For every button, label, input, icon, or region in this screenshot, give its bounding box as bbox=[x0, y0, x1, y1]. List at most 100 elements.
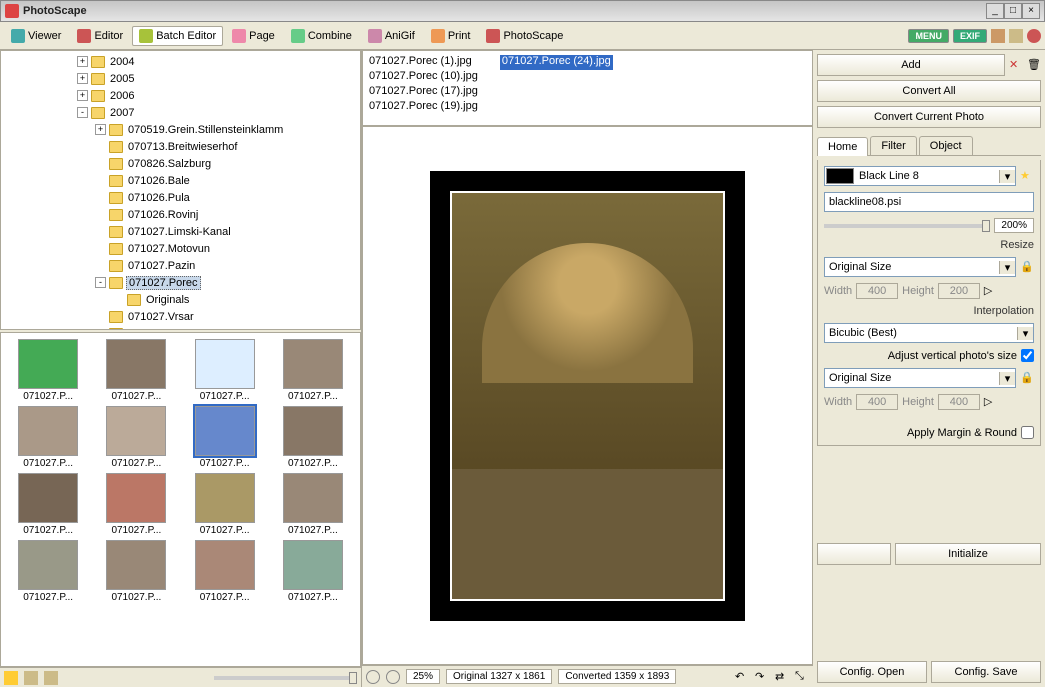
zoom-actual-icon[interactable] bbox=[386, 670, 400, 684]
adjust-mode-combo[interactable]: Original Size ▾ bbox=[824, 368, 1016, 388]
tab-print[interactable]: Print bbox=[424, 26, 478, 46]
add-button[interactable]: Add bbox=[817, 54, 1005, 76]
help-icon[interactable] bbox=[1027, 29, 1041, 43]
thumbnail[interactable]: 071027.P... bbox=[5, 404, 91, 469]
lock-icon[interactable]: 🔒 bbox=[1020, 371, 1034, 385]
zoom-fit-icon[interactable] bbox=[366, 670, 380, 684]
file-item[interactable]: 071027.Porec (17).jpg bbox=[367, 85, 480, 100]
tree-node[interactable]: 071027.Motovun bbox=[1, 240, 360, 257]
chevron-down-icon[interactable]: ▾ bbox=[999, 170, 1015, 183]
clipboard-icon[interactable] bbox=[991, 29, 1005, 43]
play-icon[interactable]: ▷ bbox=[984, 395, 998, 409]
tab-viewer[interactable]: Viewer bbox=[4, 26, 68, 46]
file-item[interactable]: 071027.Porec (24).jpg bbox=[500, 55, 613, 70]
thumbnail[interactable]: 071027.P... bbox=[93, 337, 179, 402]
thumbnail[interactable]: 071027.P... bbox=[182, 337, 268, 402]
redo-icon[interactable]: ↷ bbox=[755, 670, 769, 684]
tree-node[interactable]: 071027.Pazin bbox=[1, 257, 360, 274]
resize-mode-combo[interactable]: Original Size ▾ bbox=[824, 257, 1016, 277]
tab-combine[interactable]: Combine bbox=[284, 26, 359, 46]
thumbnail[interactable]: 071027.P... bbox=[93, 538, 179, 603]
tree-node[interactable]: 070713.Breitwieserhof bbox=[1, 138, 360, 155]
arrows-icon[interactable]: ⤡ bbox=[795, 670, 809, 684]
thumbnail[interactable]: 071027.P... bbox=[270, 337, 356, 402]
exif-badge[interactable]: EXIF bbox=[953, 29, 987, 43]
expand-icon[interactable]: + bbox=[77, 73, 88, 84]
expand-icon[interactable]: + bbox=[77, 90, 88, 101]
tab-object[interactable]: Object bbox=[919, 136, 973, 155]
tab-batch-editor[interactable]: Batch Editor bbox=[132, 26, 223, 46]
expand-icon[interactable]: + bbox=[77, 56, 88, 67]
thumbnails-panel[interactable]: 071027.P...071027.P...071027.P...071027.… bbox=[0, 332, 361, 667]
open-folder-icon[interactable] bbox=[24, 671, 38, 685]
convert-current-button[interactable]: Convert Current Photo bbox=[817, 106, 1041, 128]
folder-tree[interactable]: +2004+2005+2006-2007+070519.Grein.Stille… bbox=[0, 50, 361, 330]
thumbnail[interactable]: 071027.P... bbox=[93, 404, 179, 469]
blank-button[interactable] bbox=[817, 543, 891, 565]
chevron-down-icon[interactable]: ▾ bbox=[1017, 327, 1033, 340]
thumbnail[interactable]: 071027.P... bbox=[5, 538, 91, 603]
tree-node[interactable]: 071026.Pula bbox=[1, 189, 360, 206]
trash-icon[interactable]: 🗑 bbox=[1027, 58, 1041, 72]
chevron-down-icon[interactable]: ▾ bbox=[999, 261, 1015, 274]
adjust-vertical-checkbox[interactable] bbox=[1021, 349, 1034, 362]
tree-node[interactable]: +2006 bbox=[1, 87, 360, 104]
margin-round-checkbox[interactable] bbox=[1021, 426, 1034, 439]
star-icon[interactable]: ★ bbox=[1020, 169, 1034, 183]
thumbnail[interactable]: 071027.P... bbox=[5, 337, 91, 402]
lock-icon[interactable]: 🔒 bbox=[1020, 260, 1034, 274]
chevron-down-icon[interactable]: ▾ bbox=[999, 372, 1015, 385]
thumbnail[interactable]: 071027.P... bbox=[182, 538, 268, 603]
frame-combo[interactable]: Black Line 8 ▾ bbox=[824, 166, 1016, 186]
star-icon[interactable] bbox=[4, 671, 18, 685]
delete-icon[interactable]: ✕ bbox=[1009, 58, 1023, 72]
thumbnail[interactable]: 071027.P... bbox=[182, 404, 268, 469]
file-item[interactable]: 071027.Porec (19).jpg bbox=[367, 100, 480, 115]
tree-node[interactable]: 071027.Limski-Kanal bbox=[1, 223, 360, 240]
tree-node[interactable]: -071027.Porec bbox=[1, 274, 360, 291]
folder-icon[interactable] bbox=[1009, 29, 1023, 43]
file-list[interactable]: 071027.Porec (1).jpg071027.Porec (10).jp… bbox=[362, 50, 813, 126]
expand-icon[interactable]: + bbox=[95, 124, 106, 135]
convert-all-button[interactable]: Convert All bbox=[817, 80, 1041, 102]
thumbnail[interactable]: 071027.P... bbox=[270, 471, 356, 536]
tab-photoscape[interactable]: PhotoScape bbox=[479, 26, 570, 46]
tab-home[interactable]: Home bbox=[817, 137, 868, 156]
tree-node[interactable]: 071026.Bale bbox=[1, 172, 360, 189]
tree-node[interactable]: -2007 bbox=[1, 104, 360, 121]
thumbnail[interactable]: 071027.P... bbox=[270, 404, 356, 469]
tab-page[interactable]: Page bbox=[225, 26, 282, 46]
play-icon[interactable]: ▷ bbox=[984, 284, 998, 298]
frame-zoom-slider[interactable] bbox=[824, 224, 990, 228]
tab-filter[interactable]: Filter bbox=[870, 136, 916, 155]
shuffle-icon[interactable]: ⇄ bbox=[775, 670, 789, 684]
tree-node[interactable]: Originals bbox=[1, 291, 360, 308]
tree-node[interactable]: +2004 bbox=[1, 53, 360, 70]
file-item[interactable]: 071027.Porec (1).jpg bbox=[367, 55, 480, 70]
undo-icon[interactable]: ↶ bbox=[735, 670, 749, 684]
menu-badge[interactable]: MENU bbox=[908, 29, 949, 43]
thumb-size-slider[interactable] bbox=[214, 676, 358, 680]
thumbnail[interactable]: 071027.P... bbox=[270, 538, 356, 603]
frame-file-field[interactable]: blackline08.psi bbox=[824, 192, 1034, 212]
tree-node[interactable]: +070519.Grein.Stillensteinklamm bbox=[1, 121, 360, 138]
maximize-button[interactable]: □ bbox=[1004, 3, 1022, 19]
tree-node[interactable]: 071028.Rovinj bbox=[1, 325, 360, 330]
tree-node[interactable]: 070826.Salzburg bbox=[1, 155, 360, 172]
interpolation-combo[interactable]: Bicubic (Best) ▾ bbox=[824, 323, 1034, 343]
tab-anigif[interactable]: AniGif bbox=[361, 26, 422, 46]
browse-icon[interactable] bbox=[44, 671, 58, 685]
config-save-button[interactable]: Config. Save bbox=[931, 661, 1041, 683]
thumbnail[interactable]: 071027.P... bbox=[182, 471, 268, 536]
file-item[interactable]: 071027.Porec (10).jpg bbox=[367, 70, 480, 85]
close-button[interactable]: × bbox=[1022, 3, 1040, 19]
config-open-button[interactable]: Config. Open bbox=[817, 661, 927, 683]
tree-node[interactable]: 071027.Vrsar bbox=[1, 308, 360, 325]
tab-editor[interactable]: Editor bbox=[70, 26, 130, 46]
thumbnail[interactable]: 071027.P... bbox=[5, 471, 91, 536]
minimize-button[interactable]: _ bbox=[986, 3, 1004, 19]
initialize-button[interactable]: Initialize bbox=[895, 543, 1041, 565]
tree-node[interactable]: +2005 bbox=[1, 70, 360, 87]
expand-icon[interactable]: - bbox=[95, 277, 106, 288]
thumbnail[interactable]: 071027.P... bbox=[93, 471, 179, 536]
